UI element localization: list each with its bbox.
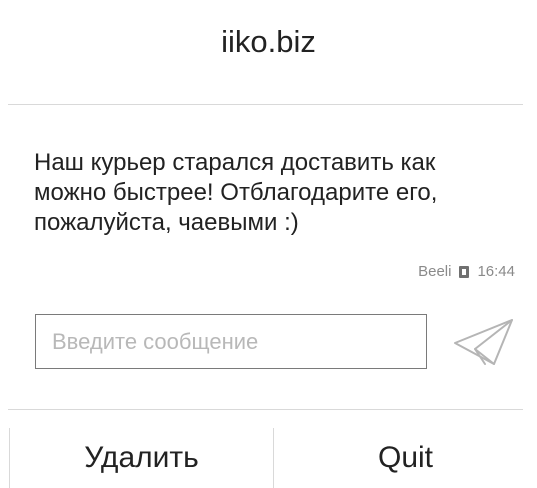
message-meta: Beeli 16:44	[418, 263, 515, 280]
message-sender: Beeli	[418, 263, 452, 280]
paper-plane-icon	[454, 319, 513, 365]
delete-button[interactable]: Удалить	[10, 428, 273, 488]
quit-button[interactable]: Quit	[274, 428, 537, 488]
footer-divider	[8, 409, 523, 410]
message-time: 16:44	[477, 263, 515, 280]
header-divider	[8, 104, 523, 105]
message-input-container[interactable]	[35, 314, 427, 369]
message-text: Наш курьер старался доставить как можно …	[34, 149, 438, 236]
message-input[interactable]	[50, 327, 412, 356]
dialog-title: iiko.biz	[221, 24, 316, 59]
sim-card-icon	[459, 265, 470, 278]
send-button[interactable]	[452, 316, 516, 368]
